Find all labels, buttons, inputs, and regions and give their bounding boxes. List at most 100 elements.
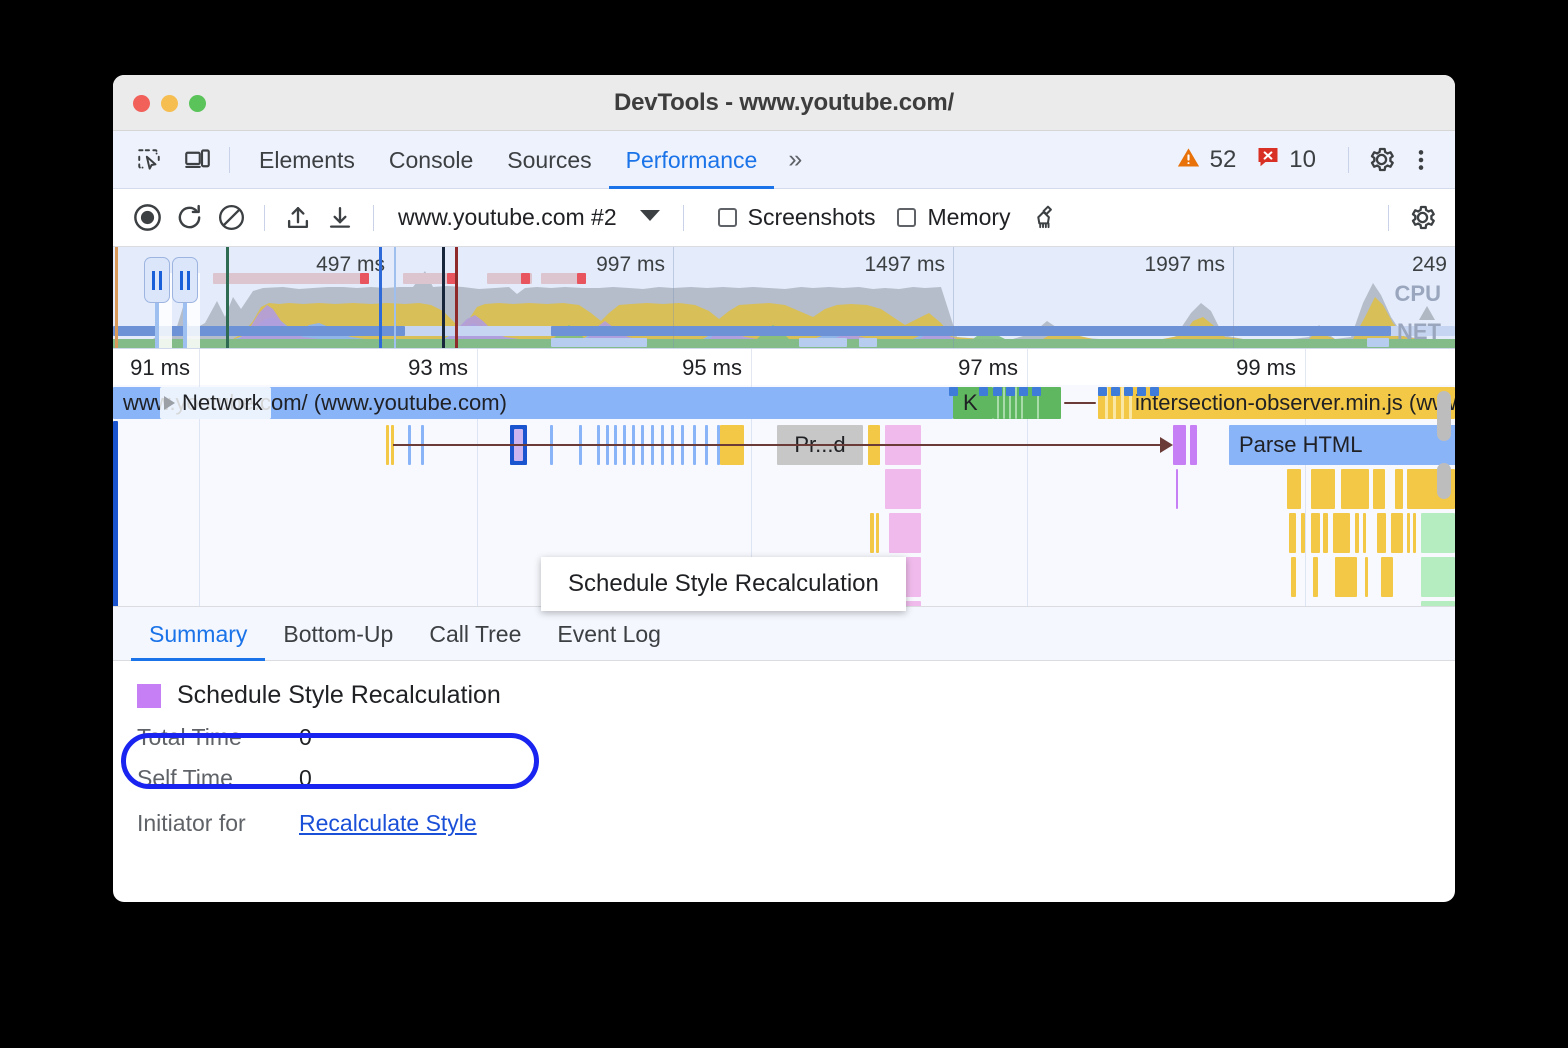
summary-title-row: Schedule Style Recalculation (137, 681, 1455, 710)
net-request-bar (799, 338, 847, 347)
cpu-track-label: CPU (1395, 281, 1441, 307)
record-circle-icon[interactable] (126, 197, 168, 239)
script-subtask-bar[interactable] (1341, 469, 1369, 509)
total-time-label: Total Time (137, 724, 299, 751)
overview-window-handle-right[interactable] (172, 257, 198, 303)
network-track-header[interactable]: Network (160, 387, 271, 419)
total-time-value: 0 (299, 724, 312, 751)
reload-record-icon[interactable] (168, 197, 210, 239)
initiator-label: Initiator for (137, 810, 299, 837)
micro-task-bar[interactable] (386, 425, 389, 465)
overview-gridline (1233, 247, 1234, 348)
overview-window-handle-left[interactable] (144, 257, 170, 303)
tab-event-log[interactable]: Event Log (539, 607, 679, 661)
ruler-gridline (1027, 349, 1028, 385)
ruler-gridline (1305, 349, 1306, 385)
toolbar-divider (229, 147, 230, 173)
gc-event-divider (1015, 387, 1017, 419)
overview-marker-navy (442, 247, 445, 348)
script-subtask-bar[interactable] (1365, 557, 1368, 597)
event-warning-tick (1150, 387, 1159, 396)
style-subtask-bar[interactable] (889, 513, 921, 553)
overview-gridline (953, 247, 954, 348)
error-count: 10 (1289, 146, 1316, 174)
event-warning-tick (1124, 387, 1133, 396)
script-subtask-bar[interactable] (1373, 469, 1385, 509)
tab-bottom-up[interactable]: Bottom-Up (265, 607, 411, 661)
memory-checkbox[interactable]: Memory (897, 204, 1010, 231)
long-task-marker (577, 273, 586, 284)
script-subtask-bar[interactable] (870, 513, 874, 553)
tab-strip-right-group: 52 10 (1176, 140, 1455, 180)
event-warning-tick (993, 387, 1002, 396)
event-warning-tick (1019, 387, 1028, 396)
more-vertical-icon[interactable] (1401, 140, 1441, 180)
gear-icon[interactable] (1361, 140, 1401, 180)
tab-call-tree[interactable]: Call Tree (411, 607, 539, 661)
warning-counter[interactable]: 52 (1176, 145, 1237, 175)
devtools-window: DevTools - www.youtube.com/ Elements Con… (113, 75, 1455, 902)
style-subtask-bar[interactable] (885, 469, 921, 509)
ruler-gridline (477, 349, 478, 385)
more-tabs-chevron-icon[interactable]: » (774, 145, 813, 174)
script-subtask-bar[interactable] (876, 513, 879, 553)
schedule-style-recalculation-bar[interactable] (1173, 425, 1186, 465)
style-subtask-bar[interactable] (1176, 469, 1178, 509)
parse-html-bar[interactable]: Parse HTML (1229, 425, 1455, 465)
tab-console[interactable]: Console (372, 131, 490, 189)
script-subtask-bar[interactable] (1395, 469, 1403, 509)
gear-icon[interactable] (1401, 197, 1443, 239)
event-link-line (1064, 402, 1096, 404)
initiator-link[interactable]: Recalculate Style (299, 810, 477, 837)
ruler-gridline (751, 349, 752, 385)
clear-slash-icon[interactable] (210, 197, 252, 239)
download-profile-icon[interactable] (319, 197, 361, 239)
timeline-overview[interactable]: 497 ms 997 ms 1497 ms 1997 ms 249 CPU NE… (113, 247, 1455, 349)
device-toolbar-icon[interactable] (177, 140, 217, 180)
tab-summary[interactable]: Summary (131, 607, 265, 661)
event-warning-tick (979, 387, 988, 396)
tab-performance[interactable]: Performance (609, 131, 775, 189)
script-subtask-bar[interactable] (1289, 513, 1296, 553)
script-subtask-bar[interactable] (1335, 557, 1357, 597)
event-warning-tick (1032, 387, 1041, 396)
script-subtask-bar[interactable] (1363, 513, 1366, 553)
script-subtask-bar[interactable] (1355, 513, 1359, 553)
inspect-element-icon[interactable] (129, 140, 169, 180)
script-subtask-bar[interactable] (1291, 557, 1296, 597)
script-subtask-bar[interactable] (1311, 469, 1335, 509)
script-subtask-bar[interactable] (1323, 513, 1328, 553)
script-subtask-bar[interactable] (1311, 513, 1320, 553)
script-subtask-bar[interactable] (1391, 513, 1403, 553)
error-counter[interactable]: 10 (1256, 145, 1316, 174)
memory-label: Memory (927, 204, 1010, 231)
tab-elements[interactable]: Elements (242, 131, 372, 189)
paint-subtask-bar[interactable] (1421, 513, 1455, 553)
window-title-bar: DevTools - www.youtube.com/ (113, 75, 1455, 131)
flame-scrollbar-thumb[interactable] (1437, 463, 1451, 499)
flame-scrollbar-thumb[interactable] (1437, 391, 1451, 441)
script-subtask-bar[interactable] (1377, 513, 1386, 553)
script-subtask-bar[interactable] (1313, 557, 1318, 597)
summary-row-initiator: Initiator for Recalculate Style (137, 810, 1455, 837)
paint-subtask-bar[interactable] (1421, 557, 1455, 597)
script-subtask-bar[interactable] (1407, 513, 1410, 553)
schedule-style-recalculation-bar[interactable] (1190, 425, 1197, 465)
script-subtask-bar[interactable] (1287, 469, 1301, 509)
script-subtask-bar[interactable] (1413, 513, 1416, 553)
collect-garbage-icon[interactable] (1025, 197, 1067, 239)
checkbox-box (718, 208, 737, 227)
profile-select-value[interactable]: www.youtube.com #2 (398, 204, 617, 231)
chevron-down-icon[interactable] (639, 208, 661, 227)
script-subtask-bar[interactable] (1301, 513, 1305, 553)
script-subtask-bar[interactable] (1381, 557, 1393, 597)
script-subtask-bar[interactable] (1333, 513, 1350, 553)
net-request-bar (1367, 338, 1389, 347)
tab-sources[interactable]: Sources (490, 131, 608, 189)
error-badge-icon (1256, 145, 1280, 174)
flame-chart-ruler: 91 ms 93 ms 95 ms 97 ms 99 ms (113, 349, 1455, 385)
upload-profile-icon[interactable] (277, 197, 319, 239)
screenshots-checkbox[interactable]: Screenshots (718, 204, 876, 231)
event-warning-tick (1111, 387, 1120, 396)
expand-caret-icon (164, 396, 175, 410)
